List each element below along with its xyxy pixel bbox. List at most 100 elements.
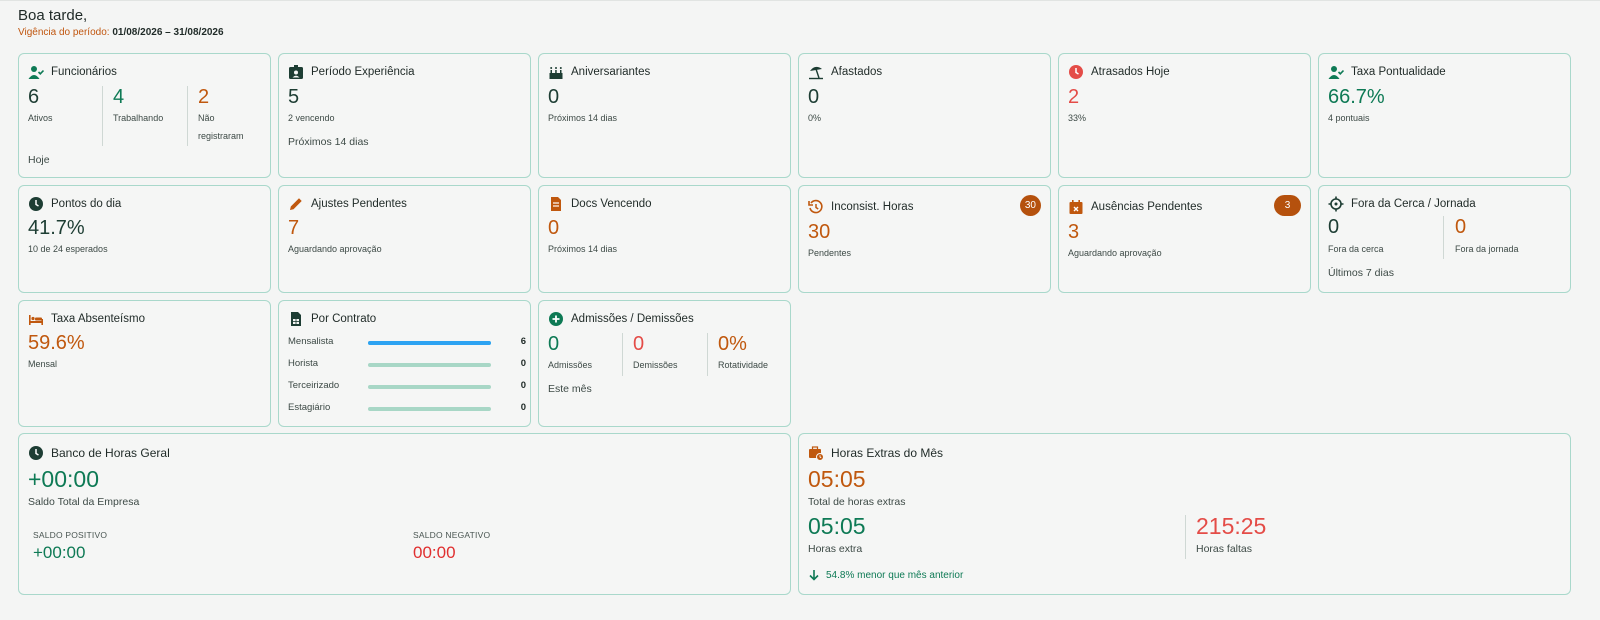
period-info: Vigência do período: 01/08/2026 – 31/08/… xyxy=(18,27,224,38)
calendar-x-icon xyxy=(1068,199,1084,215)
card-sub: 10 de 24 esperados xyxy=(28,244,108,254)
card-absenteismo[interactable]: Taxa Absenteísmo 59.6% Mensal xyxy=(18,300,271,427)
card-title: Pontos do dia xyxy=(28,196,121,212)
count-badge: 30 xyxy=(1019,195,1041,216)
card-docs[interactable]: Docs Vencendo 0 Próximos 14 dias xyxy=(538,185,791,293)
contract-row: Mensalista 6 xyxy=(288,336,526,350)
contract-bar-fill xyxy=(368,341,491,345)
card-atrasados[interactable]: Atrasados Hoje 2 33% xyxy=(1058,53,1311,178)
card-ausencias[interactable]: Ausências Pendentes 3 3 Aguardando aprov… xyxy=(1058,185,1311,293)
contract-bar-track xyxy=(368,385,491,389)
card-title-text: Aniversariantes xyxy=(571,66,651,78)
contract-bar-track xyxy=(368,341,491,345)
card-title: Banco de Horas Geral xyxy=(28,445,170,461)
card-title-text: Fora da Cerca / Jornada xyxy=(1351,198,1476,210)
card-afastados[interactable]: Afastados 0 0% xyxy=(798,53,1051,178)
card-title: Ausências Pendentes xyxy=(1068,199,1202,215)
card-title-text: Ajustes Pendentes xyxy=(311,198,407,210)
trend-indicator: 54.8% menor que mês anterior xyxy=(808,569,963,581)
card-sub: Pendentes xyxy=(808,248,852,258)
card-title: Docs Vencendo xyxy=(548,196,652,212)
card-title: Taxa Pontualidade xyxy=(1328,64,1446,80)
card-value: 0 xyxy=(548,86,560,108)
contract-row: Terceirizado 0 xyxy=(288,380,526,394)
horas-faltas-label: Horas faltas xyxy=(1196,543,1253,555)
contract-value: 6 xyxy=(520,336,526,347)
card-value: 41.7% xyxy=(28,217,85,239)
arrow-down-icon xyxy=(808,569,820,581)
total-extras-value: 05:05 xyxy=(808,466,866,492)
fora-jornada-value: 0 xyxy=(1455,216,1467,238)
card-title-text: Afastados xyxy=(831,66,883,78)
pencil-icon xyxy=(288,196,304,212)
card-value: 66.7% xyxy=(1328,86,1385,108)
card-sub: Mensal xyxy=(28,359,58,369)
card-por-contrato[interactable]: Por Contrato Mensalista 6 Horista 0 Terc… xyxy=(278,300,531,427)
admissoes-label: Admissões xyxy=(548,360,593,370)
plus-circle-icon xyxy=(548,311,564,327)
trabalhando-value: 4 xyxy=(113,86,125,108)
horas-extra-label: Horas extra xyxy=(808,543,863,555)
contract-value: 0 xyxy=(520,358,526,369)
nao-label-2: registraram xyxy=(198,131,244,141)
top-divider xyxy=(0,0,1600,1)
nao-registraram-value: 2 xyxy=(198,86,210,108)
card-title: Fora da Cerca / Jornada xyxy=(1328,196,1476,212)
contract-bar-track xyxy=(368,407,491,411)
contract-label: Mensalista xyxy=(288,336,334,347)
bed-icon xyxy=(28,311,44,327)
card-title-text: Atrasados Hoje xyxy=(1091,66,1170,78)
card-value: 2 xyxy=(1068,86,1080,108)
period-label: Vigência do período: xyxy=(18,27,110,38)
card-inconsist[interactable]: Inconsist. Horas 30 30 Pendentes xyxy=(798,185,1051,293)
card-title-text: Docs Vencendo xyxy=(571,198,652,210)
card-pontos-dia[interactable]: Pontos do dia 41.7% 10 de 24 esperados xyxy=(18,185,271,293)
trabalhando-label: Trabalhando xyxy=(113,113,164,123)
card-value: 0 xyxy=(548,217,560,239)
card-title-text: Horas Extras do Mês xyxy=(831,446,944,460)
card-sub: 4 pontuais xyxy=(1328,113,1370,123)
saldo-negativo-label: SALDO NEGATIVO xyxy=(413,530,491,540)
saldo-positivo-value: +00:00 xyxy=(33,543,86,562)
contract-label: Estagiário xyxy=(288,402,331,413)
card-horas-extras[interactable]: Horas Extras do Mês 05:05 Total de horas… xyxy=(798,433,1571,595)
total-extras-label: Total de horas extras xyxy=(808,496,906,508)
card-admissoes[interactable]: Admissões / Demissões 0 Admissões 0 Demi… xyxy=(538,300,791,427)
trend-text: 54.8% menor que mês anterior xyxy=(826,569,964,581)
contract-value: 0 xyxy=(520,402,526,413)
card-title: Atrasados Hoje xyxy=(1068,64,1170,80)
card-banco-horas[interactable]: Banco de Horas Geral +00:00 Saldo Total … xyxy=(18,433,791,595)
fora-cerca-value: 0 xyxy=(1328,216,1340,238)
card-funcionarios[interactable]: Funcionários 6 Ativos 4 Trabalhando 2 Nã… xyxy=(18,53,271,178)
card-pontualidade[interactable]: Taxa Pontualidade 66.7% 4 pontuais xyxy=(1318,53,1571,178)
demissoes-value: 0 xyxy=(633,333,645,355)
card-title: Período Experiência xyxy=(288,64,415,80)
card-title-text: Ausências Pendentes xyxy=(1091,201,1203,213)
card-experiencia[interactable]: Período Experiência 5 2 vencendo Próximo… xyxy=(278,53,531,178)
clock-alert-icon xyxy=(1068,64,1084,80)
card-title: Admissões / Demissões xyxy=(548,311,694,327)
divider xyxy=(1185,515,1186,559)
admissoes-value: 0 xyxy=(548,333,560,355)
card-title-text: Pontos do dia xyxy=(51,198,122,210)
card-sub: Aguardando aprovação xyxy=(1068,248,1162,258)
contract-row: Horista 0 xyxy=(288,358,526,372)
card-sub: 33% xyxy=(1068,113,1087,123)
card-sub: Próximos 14 dias xyxy=(548,244,618,254)
ativos-value: 6 xyxy=(28,86,40,108)
card-foot: Próximos 14 dias xyxy=(288,136,369,148)
contract-label: Terceirizado xyxy=(288,380,340,391)
contract-bar-track xyxy=(368,363,491,367)
card-value: 59.6% xyxy=(28,332,85,354)
card-value: 0 xyxy=(808,86,820,108)
card-foot: Hoje xyxy=(28,154,50,166)
card-foot: Este mês xyxy=(548,383,592,395)
card-title: Horas Extras do Mês xyxy=(808,445,943,461)
card-ajustes[interactable]: Ajustes Pendentes 7 Aguardando aprovação xyxy=(278,185,531,293)
card-title-text: Taxa Pontualidade xyxy=(1351,66,1446,78)
card-title: Ajustes Pendentes xyxy=(288,196,407,212)
card-title-text: Taxa Absenteísmo xyxy=(51,313,145,325)
card-title: Taxa Absenteísmo xyxy=(28,311,145,327)
card-fora-cerca[interactable]: Fora da Cerca / Jornada 0 Fora da cerca … xyxy=(1318,185,1571,293)
card-aniversariantes[interactable]: Aniversariantes 0 Próximos 14 dias xyxy=(538,53,791,178)
